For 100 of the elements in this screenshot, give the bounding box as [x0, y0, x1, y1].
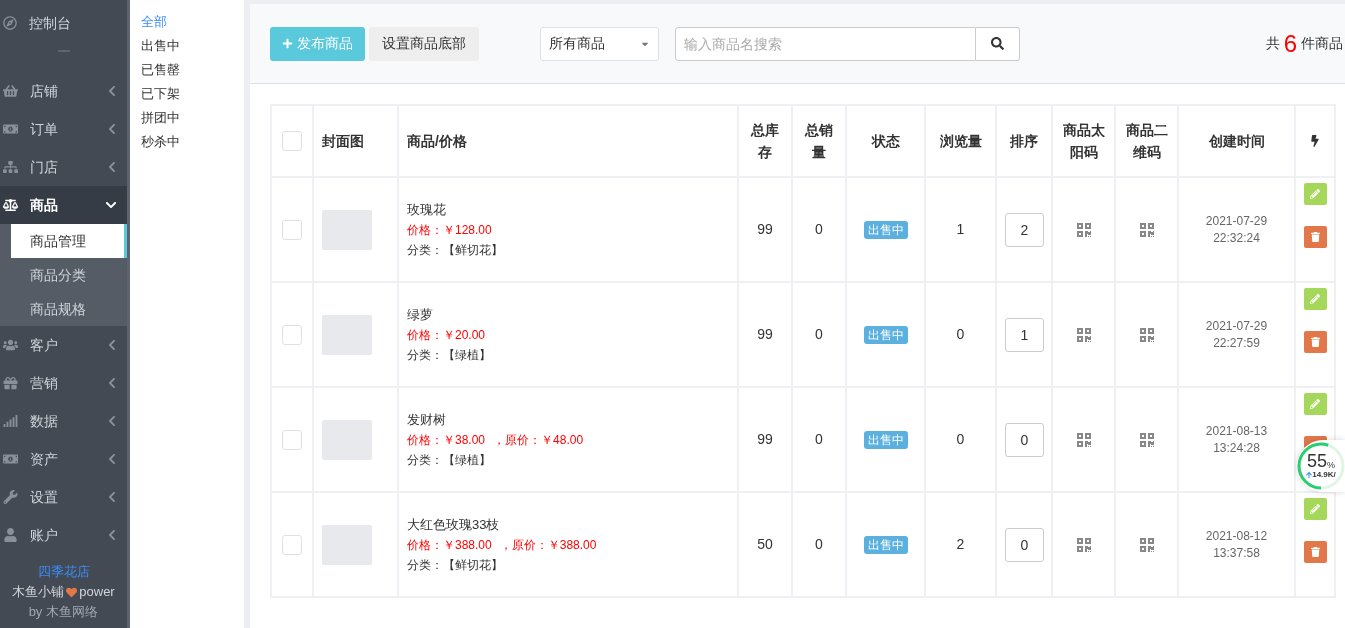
power-text: power: [79, 583, 115, 601]
shop-name: 四季花店: [37, 563, 90, 581]
views-cell: 0: [956, 326, 965, 342]
total-label: 共: [1265, 34, 1280, 53]
column-header: 总销量: [792, 105, 846, 177]
status-badge: 出售中: [863, 431, 908, 449]
person-icon: [3, 528, 18, 542]
basket-icon: [3, 84, 18, 98]
search-button[interactable]: [976, 26, 1020, 61]
photo-placeholder: [322, 209, 372, 250]
sidebar-item[interactable]: 客户: [0, 326, 127, 364]
column-header: 排序: [996, 105, 1052, 177]
stock-cell: 99: [757, 431, 773, 447]
sidebar-item[interactable]: 账户: [0, 516, 127, 554]
photo-placeholder: [322, 314, 372, 355]
sidebar-item[interactable]: 控制台: [0, 0, 127, 46]
delete-button[interactable]: [1303, 331, 1327, 353]
lightning-icon: [1310, 135, 1320, 147]
qr-code-icon[interactable]: [1075, 536, 1092, 553]
price-text: 价格：￥388.00: [407, 536, 492, 554]
trash-icon: [1310, 232, 1320, 242]
stock-cell: 99: [757, 326, 773, 342]
qr-code-icon[interactable]: [1138, 326, 1155, 343]
percent-value: 55: [1306, 452, 1327, 470]
submenu-item[interactable]: 商品规格: [11, 292, 127, 326]
sort-field[interactable]: 2: [1005, 212, 1044, 247]
price-text: 价格：￥38.00: [407, 431, 486, 449]
checkbox[interactable]: [282, 219, 302, 240]
edit-button[interactable]: [1303, 393, 1327, 415]
search-field[interactable]: 输入商品名搜索: [675, 26, 976, 61]
qr-code-icon[interactable]: [1075, 431, 1092, 448]
chevron-left-icon: [107, 415, 117, 427]
created-time: 22:27:59: [1213, 334, 1260, 352]
sidebar-item[interactable]: 店铺: [0, 72, 127, 110]
price-text: 价格：￥20.00: [407, 326, 486, 344]
checkbox[interactable]: [282, 324, 302, 345]
stock-cell: 99: [757, 221, 773, 237]
sidebar-item[interactable]: 资产: [0, 440, 127, 478]
delete-button[interactable]: [1303, 541, 1327, 563]
upload-speed: 14.9K/: [1312, 470, 1336, 480]
submenu-item[interactable]: 商品分类: [11, 258, 127, 292]
filter-link[interactable]: 全部: [141, 10, 244, 34]
by-text: by: [28, 603, 43, 621]
qr-code-icon[interactable]: [1075, 221, 1092, 238]
sales-cell: 0: [815, 221, 823, 237]
chevron-left-icon: [107, 123, 117, 135]
delete-button[interactable]: [1303, 226, 1327, 248]
sort-field[interactable]: 0: [1005, 422, 1044, 457]
sidebar-item[interactable]: 数据: [0, 402, 127, 440]
views-cell: 0: [956, 431, 965, 447]
sales-cell: 0: [815, 326, 823, 342]
photo-placeholder: [322, 524, 372, 565]
qr-code-icon[interactable]: [1138, 221, 1155, 238]
chevron-left-icon: [107, 377, 117, 389]
chevron-left-icon: [107, 161, 117, 173]
edit-button[interactable]: [1303, 288, 1327, 310]
qr-code-icon[interactable]: [1075, 326, 1092, 343]
filter-link[interactable]: 已下架: [141, 82, 244, 106]
category-text: 分类：【绿植】: [407, 346, 492, 364]
plus-icon: [282, 38, 293, 49]
price-text: 价格：￥128.00: [407, 221, 492, 239]
checkbox[interactable]: [282, 534, 302, 555]
sidebar-item[interactable]: 订单: [0, 110, 127, 148]
submenu-item[interactable]: 商品管理: [11, 224, 127, 258]
sort-field[interactable]: 0: [1005, 527, 1044, 562]
chevron-left-icon: [107, 529, 117, 541]
pencil-icon: [1310, 294, 1320, 304]
scale-icon: [3, 198, 18, 212]
chevron-left-icon: [107, 339, 117, 351]
heart-icon: [66, 586, 78, 598]
edit-button[interactable]: [1303, 183, 1327, 205]
edit-button[interactable]: [1303, 498, 1327, 520]
category-select[interactable]: 所有商品: [540, 26, 659, 61]
chevron-left-icon: [107, 85, 117, 97]
sort-field[interactable]: 1: [1005, 317, 1044, 352]
filter-link[interactable]: 拼团中: [141, 106, 244, 130]
filter-link[interactable]: 已售罄: [141, 58, 244, 82]
chevron-left-icon: [107, 491, 117, 503]
checkbox[interactable]: [282, 131, 302, 151]
filter-link[interactable]: 秒杀中: [141, 130, 244, 154]
signal-bars-icon: [3, 414, 18, 428]
status-badge: 出售中: [863, 536, 908, 554]
qr-code-icon[interactable]: [1138, 536, 1155, 553]
sidebar-item[interactable]: 商品: [0, 186, 127, 224]
sidebar-item[interactable]: 设置: [0, 478, 127, 516]
sidebar-item[interactable]: 门店: [0, 148, 127, 186]
compass-icon: [3, 16, 17, 30]
checkbox[interactable]: [282, 429, 302, 450]
company-name: 木鱼网络: [46, 603, 99, 621]
percent-unit: %: [1327, 460, 1335, 470]
column-header: 状态: [846, 105, 925, 177]
views-cell: 2: [956, 536, 965, 552]
column-header: 封面图: [313, 105, 398, 177]
qr-code-icon[interactable]: [1138, 431, 1155, 448]
filter-link[interactable]: 出售中: [141, 34, 244, 58]
footer-settings-button[interactable]: 设置商品底部: [369, 26, 479, 61]
column-header: 商品二维码: [1115, 105, 1178, 177]
original-price-text: ，原价：￥48.00: [493, 431, 584, 449]
banknote-icon: [3, 452, 18, 466]
sidebar-item[interactable]: 营销: [0, 364, 127, 402]
